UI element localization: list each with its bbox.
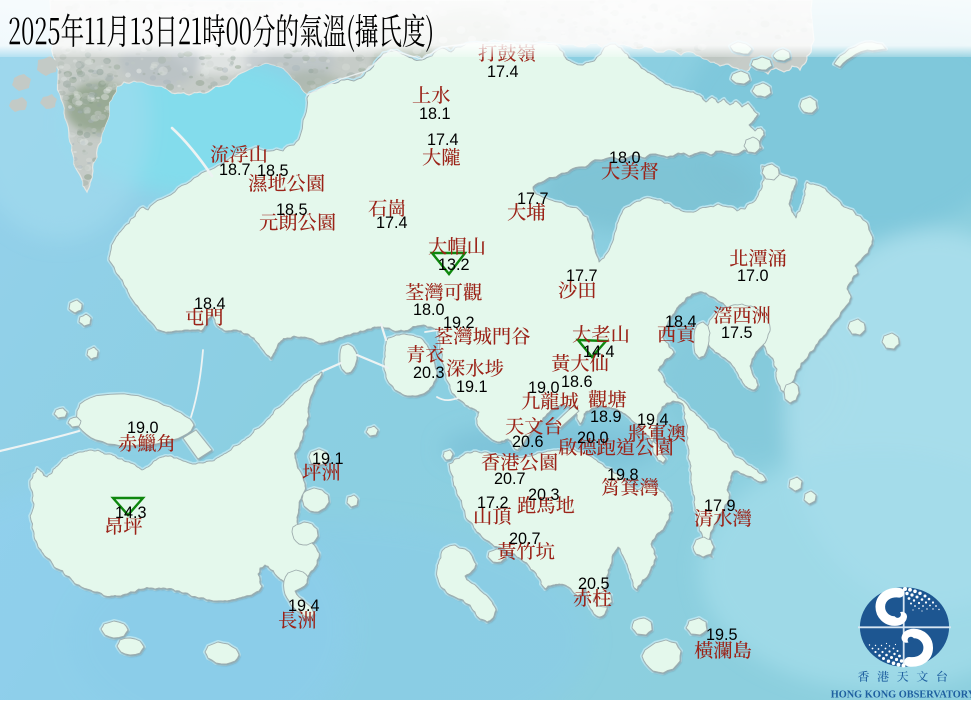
svg-text:20.5: 20.5	[578, 575, 610, 593]
svg-text:18.4: 18.4	[665, 313, 697, 331]
svg-text:17.4: 17.4	[487, 63, 519, 81]
svg-text:HONG KONG OBSERVATORY: HONG KONG OBSERVATORY	[831, 690, 971, 701]
svg-text:19.1: 19.1	[312, 450, 344, 468]
svg-text:17.5: 17.5	[721, 324, 753, 342]
svg-text:17.4: 17.4	[427, 131, 459, 149]
svg-text:20.3: 20.3	[528, 486, 560, 504]
svg-text:18.5: 18.5	[257, 162, 289, 180]
svg-text:19.4: 19.4	[288, 597, 320, 615]
svg-text:19.5: 19.5	[706, 626, 738, 644]
svg-text:18.5: 18.5	[276, 201, 308, 219]
svg-text:19.0: 19.0	[127, 419, 159, 437]
svg-text:17.9: 17.9	[704, 497, 736, 515]
svg-text:18.1: 18.1	[419, 105, 451, 123]
svg-text:19.8: 19.8	[607, 466, 639, 484]
svg-text:20.7: 20.7	[509, 530, 541, 548]
svg-text:13.2: 13.2	[438, 256, 470, 274]
svg-text:20.0: 20.0	[577, 429, 609, 447]
svg-text:17.0: 17.0	[737, 267, 769, 285]
svg-text:17.2: 17.2	[477, 494, 509, 512]
svg-text:20.7: 20.7	[494, 470, 526, 488]
svg-text:20.6: 20.6	[512, 433, 544, 451]
svg-text:20.3: 20.3	[413, 364, 445, 382]
svg-text:14.4: 14.4	[583, 343, 615, 361]
svg-text:18.0: 18.0	[413, 301, 445, 319]
svg-text:14.3: 14.3	[115, 504, 147, 522]
svg-text:18.4: 18.4	[194, 295, 226, 313]
svg-text:17.4: 17.4	[376, 214, 408, 232]
svg-text:19.2: 19.2	[443, 314, 475, 332]
svg-text:18.0: 18.0	[609, 149, 641, 167]
svg-text:18.9: 18.9	[590, 408, 622, 426]
svg-text:19.0: 19.0	[528, 379, 560, 397]
svg-text:17.7: 17.7	[517, 190, 549, 208]
svg-text:18.6: 18.6	[561, 373, 593, 391]
svg-text:17.7: 17.7	[566, 267, 598, 285]
svg-text:19.1: 19.1	[456, 378, 488, 396]
svg-text:18.7: 18.7	[219, 161, 251, 179]
svg-text:19.4: 19.4	[637, 411, 669, 429]
